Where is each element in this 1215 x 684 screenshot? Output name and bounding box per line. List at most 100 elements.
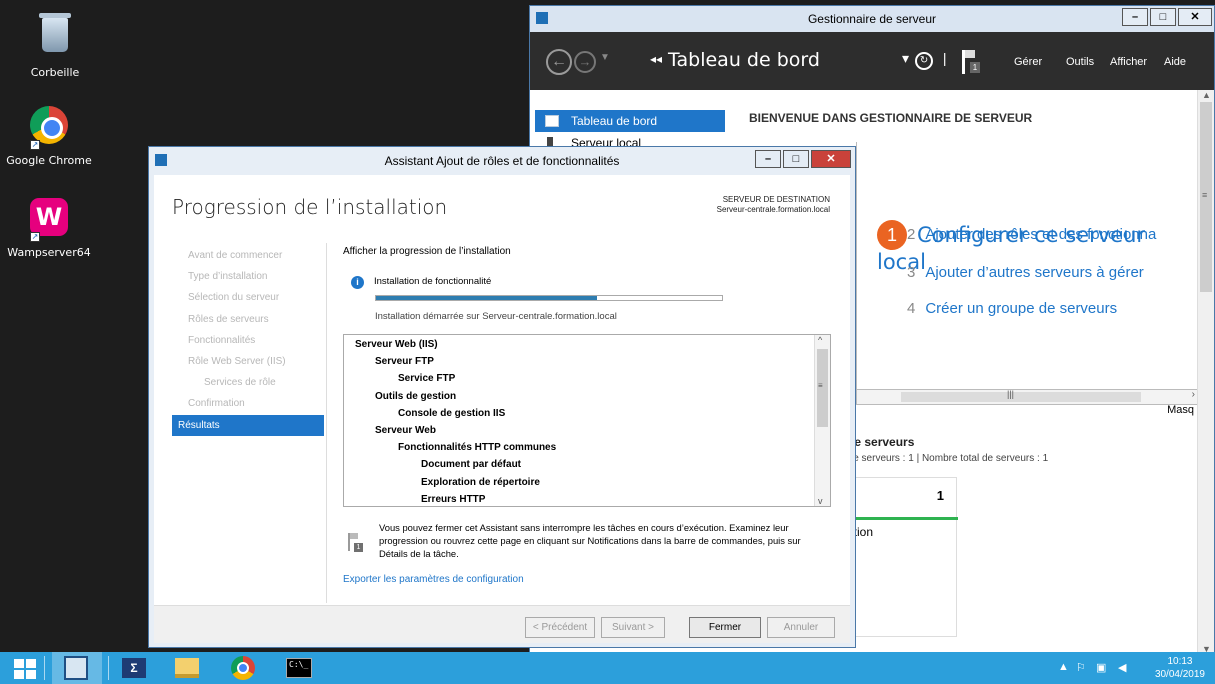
network-icon[interactable]: ▣ xyxy=(1096,661,1106,674)
wizard-titlebar[interactable]: Assistant Ajout de rôles et de fonctionn… xyxy=(149,147,855,175)
breadcrumb-chevron-icon: ◂◂ xyxy=(650,52,663,66)
server-manager-title: Gestionnaire de serveur xyxy=(807,12,937,26)
toolbar-divider: | xyxy=(942,50,947,66)
recycle-bin-icon xyxy=(34,13,76,60)
feature-list-item: Outils de gestion xyxy=(375,390,457,402)
action-center-flag-icon[interactable]: ⚐ xyxy=(1076,661,1086,674)
taskbar-divider xyxy=(44,656,45,680)
taskbar: Σ C:\_ ▲ ⚐ ▣ ◀ 10:13 30/04/2019 xyxy=(0,652,1215,684)
server-manager-taskbar-icon[interactable] xyxy=(64,656,88,680)
dashboard-icon xyxy=(545,115,559,127)
history-dropdown-icon[interactable]: ▼ xyxy=(600,52,610,63)
chrome-icon: ↗ xyxy=(28,106,70,150)
sidebar-item-label: Tableau de bord xyxy=(571,114,658,128)
page-title: Progression de l’installation xyxy=(172,195,448,219)
minimize-button[interactable]: – xyxy=(1122,8,1148,26)
windows-start-icon[interactable] xyxy=(14,659,36,679)
scrollbar-thumb[interactable] xyxy=(901,392,1141,402)
maximize-button[interactable]: □ xyxy=(1150,8,1176,26)
wizard-app-icon xyxy=(155,154,167,166)
notifications-flag-icon[interactable]: 1 xyxy=(962,50,982,74)
progress-fill xyxy=(376,296,598,300)
close-button[interactable]: ✕ xyxy=(811,150,851,168)
scroll-up-icon[interactable]: ^ xyxy=(818,335,822,345)
horizontal-scrollbar[interactable]: ||| › xyxy=(856,389,1198,405)
feature-list-item: Serveur FTP xyxy=(375,356,434,368)
add-servers-link[interactable]: Ajouter d’autres serveurs à gérer xyxy=(925,264,1143,281)
quick-start-panel: 1 Configurer ce serveur local 2 Ajouter de… xyxy=(856,142,1198,416)
scroll-right-icon[interactable]: › xyxy=(1192,389,1195,400)
wizard-step[interactable]: Rôles de serveurs xyxy=(172,309,324,330)
add-roles-link[interactable]: Ajouter des rôles et des fonctionna xyxy=(925,226,1156,243)
refresh-dropdown-icon[interactable]: ▾ xyxy=(902,50,909,66)
feature-list-item: Document par défaut xyxy=(421,459,522,471)
quick-start-step-2[interactable]: 2 Ajouter des rôles et des fonctionna xyxy=(907,226,1156,243)
feature-list-item: Fonctionnalités HTTP communes xyxy=(398,442,557,454)
info-note: Vous pouvez fermer cet Assistant sans in… xyxy=(379,522,801,559)
role-tile[interactable]: 1 estion s es PA xyxy=(840,477,958,637)
back-arrow-icon[interactable]: ← xyxy=(546,49,572,75)
menu-outils[interactable]: Outils xyxy=(1066,56,1094,68)
feature-list: Serveur Web (IIS) Serveur FTP Service FTP O… xyxy=(344,336,814,506)
server-manager-toolbar: ← → ▼ ◂◂ Tableau de bord ▾ ↻ | 1 Gérer Out… xyxy=(530,32,1214,90)
scroll-grip-icon: ||| xyxy=(1007,389,1015,399)
desktop-icon-recycle-bin[interactable]: Corbeille xyxy=(10,13,100,79)
wizard-step[interactable]: Sélection du serveur xyxy=(172,287,324,308)
feature-list-box[interactable]: Serveur Web (IIS) Serveur FTP Service FTP O… xyxy=(343,334,831,507)
scroll-up-icon[interactable]: ▲ xyxy=(1202,90,1211,100)
previous-button[interactable]: < Précédent xyxy=(525,617,595,638)
welcome-heading: BIENVENUE DANS GESTIONNAIRE DE SERVEUR xyxy=(749,111,1033,125)
roles-section-title: le serveurs xyxy=(851,435,915,449)
chrome-taskbar-icon[interactable] xyxy=(231,656,255,680)
quick-start-step-4[interactable]: 4 Créer un groupe de serveurs xyxy=(907,300,1117,317)
minimize-button[interactable]: – xyxy=(755,150,781,168)
quick-start-step-3[interactable]: 3 Ajouter d’autres serveurs à gérer xyxy=(907,264,1144,281)
destination-server: SERVEUR DE DESTINATION Serveur-centrale.… xyxy=(717,195,830,215)
scroll-down-icon[interactable]: v xyxy=(818,496,823,506)
taskbar-clock[interactable]: 10:13 30/04/2019 xyxy=(1155,655,1205,681)
breadcrumb: ◂◂ Tableau de bord xyxy=(650,49,820,71)
server-manager-titlebar[interactable]: Gestionnaire de serveur – □ ✕ xyxy=(530,6,1214,32)
feature-list-scrollbar[interactable]: ^ ≡ v xyxy=(814,335,830,506)
wizard-step[interactable]: Type d’installation xyxy=(172,266,324,287)
progress-header: Afficher la progression de l’installatio… xyxy=(343,246,511,257)
powershell-icon[interactable]: Σ xyxy=(122,658,146,678)
role-tile-count: 1 xyxy=(936,488,944,503)
desktop-icon-label: Google Chrome xyxy=(6,154,92,167)
wizard-step[interactable]: Fonctionnalités xyxy=(172,330,324,351)
menu-afficher[interactable]: Afficher xyxy=(1110,56,1147,68)
wizard-step[interactable]: Services de rôle xyxy=(172,372,324,393)
show-hidden-icons-icon[interactable]: ▲ xyxy=(1058,661,1069,673)
hide-link[interactable]: Masq xyxy=(1167,404,1194,416)
volume-icon[interactable]: ◀ xyxy=(1118,661,1126,674)
menu-aide[interactable]: Aide xyxy=(1164,56,1186,68)
cancel-button[interactable]: Annuler xyxy=(767,617,835,638)
wizard-step[interactable]: Résultats xyxy=(172,414,324,436)
vertical-scrollbar[interactable]: ▲ ≡ ▼ xyxy=(1197,90,1214,654)
wizard-step[interactable]: Rôle Web Server (IIS) xyxy=(172,351,324,372)
file-explorer-icon[interactable] xyxy=(175,658,199,678)
wizard-step[interactable]: Avant de commencer xyxy=(172,245,324,266)
menu-gerer[interactable]: Gérer xyxy=(1014,56,1042,68)
breadcrumb-current: Tableau de bord xyxy=(668,49,820,71)
sidebar-item-dashboard[interactable]: Tableau de bord xyxy=(535,110,725,132)
close-button[interactable]: ✕ xyxy=(1178,8,1212,26)
desktop-icon-chrome[interactable]: ↗ Google Chrome xyxy=(4,104,94,167)
server-manager-app-icon xyxy=(536,12,548,24)
maximize-button[interactable]: □ xyxy=(783,150,809,168)
export-config-link[interactable]: Exporter les paramètres de configuration xyxy=(343,574,524,585)
refresh-icon[interactable]: ↻ xyxy=(915,52,934,70)
command-prompt-icon[interactable]: C:\_ xyxy=(286,658,312,678)
wizard-footer: < Précédent Suivant > Fermer Annuler xyxy=(154,605,850,643)
desktop-icon-wampserver[interactable]: W ↗ Wampserver64 xyxy=(4,196,94,259)
refresh-control[interactable]: ▾ ↻ | xyxy=(902,50,947,70)
desktop-icon-label: Corbeille xyxy=(30,66,80,79)
next-button[interactable]: Suivant > xyxy=(601,617,665,638)
status-bar xyxy=(841,517,958,520)
wizard-step[interactable]: Confirmation xyxy=(172,393,324,414)
forward-arrow-icon[interactable]: → xyxy=(574,51,596,73)
create-server-group-link[interactable]: Créer un groupe de serveurs xyxy=(925,300,1117,317)
close-wizard-button[interactable]: Fermer xyxy=(689,617,761,638)
wizard-steps: Avant de commencer Type d’installation Sél… xyxy=(172,245,324,436)
feature-list-item: Service FTP xyxy=(398,373,456,385)
